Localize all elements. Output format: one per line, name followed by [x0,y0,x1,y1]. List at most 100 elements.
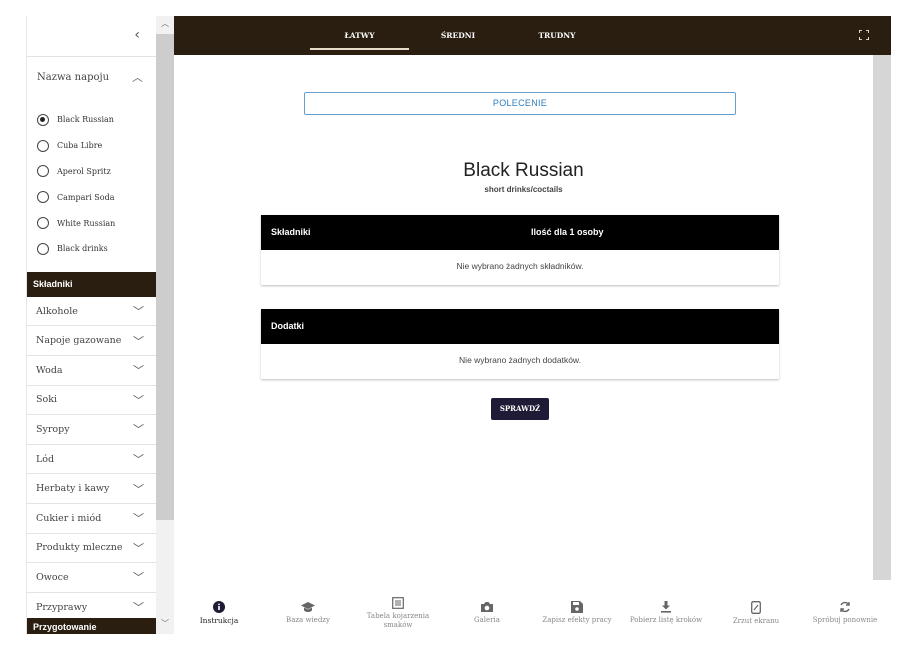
download-icon [661,601,671,613]
category-item-produkty-mleczne[interactable]: Produkty mleczne ﹀ [27,534,156,564]
drink-option[interactable]: Campari Soda [27,184,156,210]
tab-label: ŁATWY [344,31,375,40]
category-label: Woda [36,364,63,376]
refresh-icon [840,601,850,613]
check-button[interactable]: SPRAWDŹ [491,398,549,420]
sidebar-scrollbar[interactable]: ︿ ﹀ [156,16,174,634]
extras-table: Dodatki Nie wybrano żadnych dodatków. [261,309,779,379]
drink-option[interactable]: Black Russian [27,107,156,133]
toolbar-label: Zrzut ekranu [732,617,780,625]
chevron-up-icon: ︿ [132,71,143,84]
toolbar-download-steps-button[interactable]: Pobierz listę kroków [621,592,711,625]
tab-label: ŚREDNI [440,31,476,40]
radio-button[interactable] [37,139,49,152]
category-item-woda[interactable]: Woda ﹀ [27,356,156,386]
category-label: Lód [36,453,55,465]
category-item-alkohole[interactable]: Alkohole ﹀ [27,297,156,327]
instruction-button[interactable]: POLECENIE [304,92,736,115]
sidebar-scrollbar-thumb[interactable] [156,34,174,520]
category-item-herbaty-i-kawy[interactable]: Herbaty i kawy ﹀ [27,474,156,504]
category-item-cukier-i-miod[interactable]: Cukier i miód ﹀ [27,504,156,534]
bottom-toolbar: Instrukcja Baza wiedzy Tabela kojarzenia… [174,592,891,634]
category-item-lod[interactable]: Lód ﹀ [27,445,156,475]
ingredients-table-header: Składniki Ilość dla 1 osoby [261,215,779,250]
sidebar-collapse-row: ‹ [27,16,156,57]
toolbar-label: Zapisz efekty pracy [542,616,612,624]
extras-table-header: Dodatki [261,309,779,344]
tab-label: TRUDNY [538,31,576,40]
extras-column-header: Dodatki [271,321,305,331]
chevron-down-icon: ﹀ [133,305,144,319]
toolbar-label: Instrukcja [199,616,239,625]
tab-hard[interactable]: TRUDNY [517,16,597,55]
radio-button-checked[interactable] [37,113,49,126]
chevron-down-icon: ﹀ [133,512,144,526]
tab-medium[interactable]: ŚREDNI [418,16,498,55]
category-item-owoce[interactable]: Owoce ﹀ [27,563,156,593]
drink-option[interactable]: Cuba Libre [27,133,156,159]
app-window: ‹ Nazwa napoju ︿ Black Russian Cuba Libr… [0,0,907,664]
chevron-down-icon: ﹀ [133,364,144,378]
category-label: Cukier i miód [36,512,102,524]
info-icon [213,601,225,613]
drink-option-label: Campari Soda [57,192,115,202]
ingredients-table: Składniki Ilość dla 1 osoby Nie wybrano … [261,215,779,285]
drink-option[interactable]: Aperol Spritz [27,159,156,185]
save-icon [571,601,583,613]
collapse-sidebar-icon[interactable]: ‹ [134,27,140,43]
ingredients-header: Składniki [27,271,156,297]
scroll-up-arrow-icon[interactable]: ︿ [156,18,174,32]
drink-option[interactable]: White Russian [27,210,156,236]
drink-radio-list: Black Russian Cuba Libre Aperol Spritz C… [27,101,156,262]
drink-option[interactable]: Black drinks [27,236,156,262]
category-label: Przyprawy [36,601,88,613]
toolbar-retry-button[interactable]: Spróbuj ponownie [800,592,890,625]
category-label: Herbaty i kawy [36,483,110,495]
graduation-cap-icon [301,602,315,612]
category-item-napoje-gazowane[interactable]: Napoje gazowane ﹀ [27,326,156,356]
chevron-down-icon: ﹀ [133,541,144,555]
radio-button[interactable] [37,191,49,204]
drink-option-label: Cuba Libre [57,141,103,151]
toolbar-label: Pobierz listę kroków [629,616,703,624]
scroll-down-arrow-icon[interactable]: ﹀ [156,618,174,632]
toolbar-label: Spróbuj ponownie [812,616,878,624]
drink-title: Black Russian [463,160,584,181]
category-label: Napoje gazowane [36,335,122,347]
toolbar-gallery-button[interactable]: Galeria [442,592,532,625]
camera-icon [481,602,493,612]
toolbar-screenshot-button[interactable]: Zrzut ekranu [711,592,801,626]
extras-empty-message: Nie wybrano żadnych dodatków. [459,355,581,365]
radio-button[interactable] [37,242,49,255]
radio-button[interactable] [37,165,49,178]
toolbar-save-button[interactable]: Zapisz efekty pracy [532,592,622,625]
toolbar-knowledge-base-button[interactable]: Baza wiedzy [263,592,353,625]
tab-easy[interactable]: ŁATWY [310,16,409,55]
drink-option-label: Aperol Spritz [57,166,111,176]
toolbar-label: Baza wiedzy [286,616,330,624]
toolbar-flavor-table-button[interactable]: Tabela kojarzenia smaków [353,592,443,630]
drink-option-label: Black Russian [57,115,114,125]
preparation-header[interactable]: Przygotowanie [27,618,156,634]
ingredients-column-header: Składniki [271,227,311,237]
quantity-column-header: Ilość dla 1 osoby [531,227,604,237]
main-scrollbar[interactable] [873,55,891,580]
drink-category: short drinks/coctails [484,185,563,194]
ingredient-category-list: Alkohole ﹀ Napoje gazowane ﹀ Woda ﹀ Soki ﹀ S… [27,297,156,623]
chevron-down-icon: ﹀ [133,423,144,437]
drink-option-label: White Russian [57,218,116,228]
drink-name-section-header[interactable]: Nazwa napoju ︿ [27,57,156,101]
drink-option-label: Black drinks [57,244,108,254]
category-label: Soki [36,394,58,406]
radio-button[interactable] [37,217,49,230]
category-item-syropy[interactable]: Syropy ﹀ [27,415,156,445]
ingredients-empty-message: Nie wybrano żadnych składników. [456,261,584,271]
fullscreen-icon[interactable] [859,30,869,40]
category-item-soki[interactable]: Soki ﹀ [27,386,156,416]
category-label: Owoce [36,571,69,583]
sidebar: ‹ Nazwa napoju ︿ Black Russian Cuba Libr… [26,16,156,634]
screenshot-icon [751,601,761,614]
toolbar-instruction-button[interactable]: Instrukcja [174,592,264,625]
toolbar-label: Galeria [474,616,500,624]
drink-name-section-title: Nazwa napoju [37,72,110,83]
